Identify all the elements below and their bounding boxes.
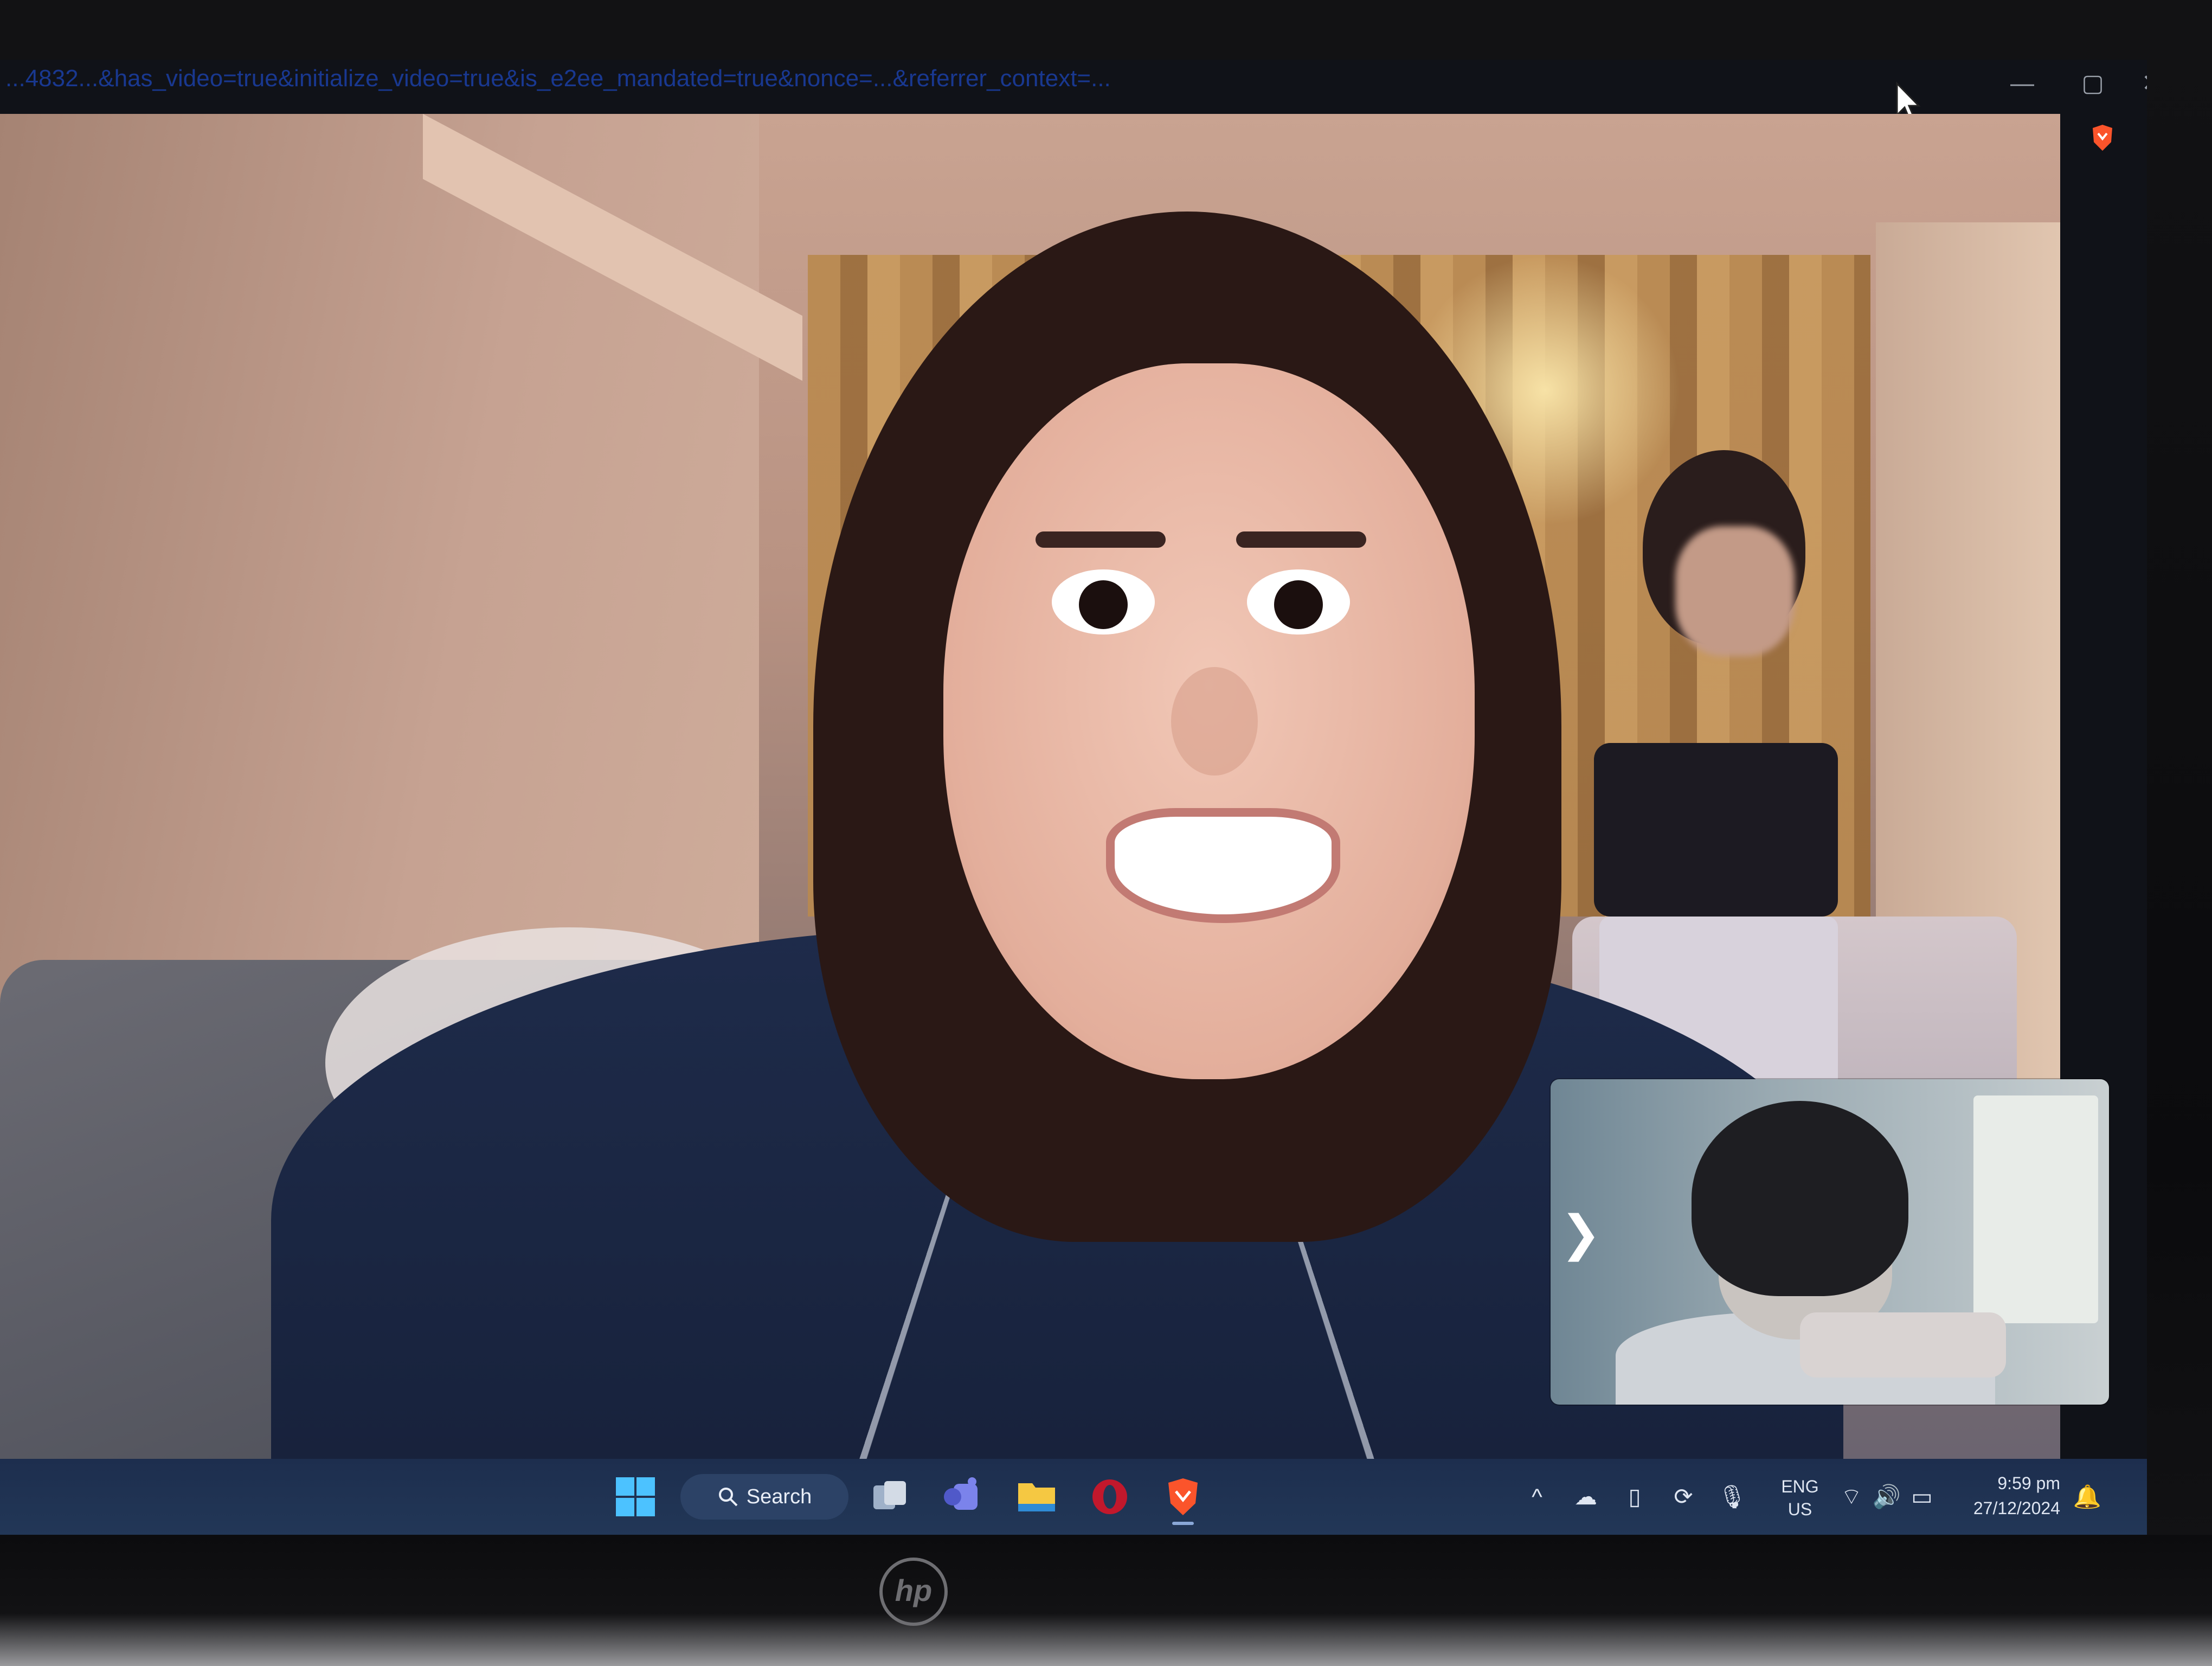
right-eyebrow — [1236, 531, 1366, 548]
self-view-collapse-chevron-icon[interactable]: ❯ — [1560, 1204, 1601, 1264]
grinning-mouth — [1106, 808, 1340, 923]
hp-logo-text: hp — [895, 1573, 932, 1607]
hp-logo: hp — [879, 1558, 948, 1626]
battery-icon[interactable]: ▭ — [1906, 1481, 1938, 1513]
onedrive-icon[interactable]: ☁ — [1570, 1481, 1602, 1513]
self-view-shelf — [1973, 1095, 2098, 1323]
teams-icon[interactable] — [941, 1474, 986, 1520]
self-view-video[interactable]: ❯ — [1551, 1079, 2109, 1405]
clock-time: 9:59 pm — [1997, 1473, 2060, 1493]
brave-extension-icon[interactable] — [2091, 124, 2114, 152]
self-view-hair — [1692, 1101, 1908, 1296]
maximize-button[interactable]: ▢ — [2071, 67, 2114, 100]
task-view-icon[interactable] — [867, 1474, 913, 1520]
wifi-icon[interactable]: ⌔ — [1835, 1481, 1868, 1513]
windows-start-icon[interactable] — [613, 1474, 658, 1520]
search-icon — [718, 1488, 738, 1507]
left-eyebrow — [1036, 531, 1166, 548]
region-code: US — [1787, 1500, 1812, 1519]
participant-face — [943, 363, 1475, 1079]
windows-taskbar: Search ^ ☁ ▯ ⟳ 🎙 ENG US ⌔ 🔊 ▭ 9:59 pm 27… — [0, 1459, 2147, 1535]
search-label: Search — [746, 1485, 812, 1508]
tray-overflow-chevron-icon[interactable]: ^ — [1521, 1481, 1553, 1513]
taskbar-search-button[interactable]: Search — [680, 1474, 848, 1520]
language-code: ENG — [1781, 1477, 1819, 1496]
opera-icon[interactable] — [1087, 1474, 1133, 1520]
microphone-icon[interactable]: 🎙 — [1716, 1481, 1748, 1513]
usb-icon[interactable]: ▯ — [1618, 1481, 1651, 1513]
laptop-screen: ...4832...&has_video=true&initialize_vid… — [0, 60, 2147, 1535]
file-explorer-icon[interactable] — [1014, 1474, 1059, 1520]
laptop-lower-bezel — [0, 1535, 2212, 1666]
browser-titlebar: ...4832...&has_video=true&initialize_vid… — [0, 60, 2147, 114]
address-url[interactable]: ...4832...&has_video=true&initialize_vid… — [5, 65, 1849, 98]
volume-icon[interactable]: 🔊 — [1870, 1481, 1903, 1513]
language-indicator[interactable]: ENG US — [1767, 1475, 1832, 1524]
minimize-button[interactable]: — — [2001, 67, 2044, 100]
notification-bell-icon[interactable]: 🔔 — [2071, 1481, 2104, 1513]
left-eye — [1052, 569, 1155, 635]
clock-date: 27/12/2024 — [1973, 1498, 2060, 1518]
nose — [1171, 667, 1258, 776]
right-eye — [1247, 569, 1350, 635]
brave-browser-icon[interactable] — [1160, 1474, 1206, 1525]
self-view-phone — [1800, 1312, 2006, 1377]
sync-icon[interactable]: ⟳ — [1667, 1481, 1700, 1513]
taskbar-clock[interactable]: 9:59 pm 27/12/2024 — [1946, 1471, 2060, 1525]
